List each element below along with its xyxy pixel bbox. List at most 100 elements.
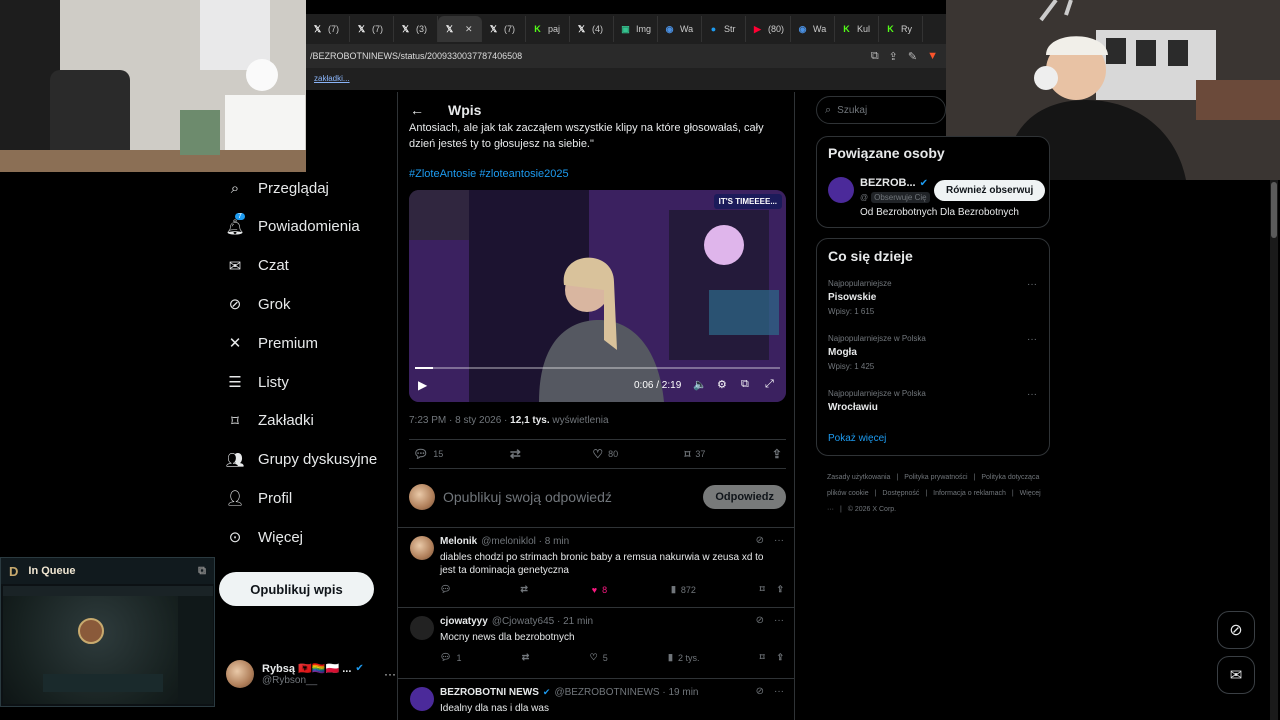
nav-item-powiadomienia[interactable]: 🔔︎ 7 Powiadomienia xyxy=(225,209,396,245)
search-field[interactable]: ⌕ Szukaj xyxy=(816,96,946,124)
reply-author[interactable]: BEZROBOTNI NEWS xyxy=(440,687,539,698)
browser-tab[interactable]: ▶ (80) xyxy=(746,16,792,42)
related-avatar[interactable] xyxy=(828,177,854,203)
browser-tab[interactable]: ◉ Wa xyxy=(658,16,703,42)
reply-action[interactable]: 💬︎ 1 xyxy=(440,652,461,663)
footer-link[interactable]: Informacja o reklamach xyxy=(933,490,1006,497)
url-text[interactable]: /BEZROBOTNINEWS/status/20093300377874065… xyxy=(310,51,522,61)
grok-icon[interactable]: ⊘ xyxy=(756,615,764,626)
nav-item-zakładki[interactable]: ⌑ Zakładki xyxy=(226,403,396,439)
address-bar[interactable]: /BEZROBOTNINEWS/status/20093300377874065… xyxy=(306,44,946,68)
trend-item[interactable]: Najpopularniejsze w Polska Wrocławiu ··· xyxy=(828,389,1041,413)
more-icon[interactable]: ··· xyxy=(774,535,784,546)
scrollbar-thumb[interactable] xyxy=(1271,182,1277,238)
account-switcher[interactable]: Rybsą 🇦🇱🏳️‍🌈🇵🇱 ... ✔ @Rybson__ ··· xyxy=(226,654,396,694)
volume-icon[interactable]: 🔈 xyxy=(693,378,707,391)
like-action[interactable]: ♥ 8 xyxy=(592,585,607,595)
fullscreen-icon[interactable]: ⤢ xyxy=(765,378,774,391)
footer-link[interactable]: © 2026 X Corp. xyxy=(848,506,896,513)
nav-item-przeglądaj[interactable]: ⌕ Przeglądaj xyxy=(226,170,396,206)
more-icon[interactable]: ··· xyxy=(1027,389,1037,400)
messages-fab[interactable]: ✉ xyxy=(1217,656,1255,694)
browser-tab[interactable]: 𝕏 (7) xyxy=(306,16,350,42)
footer-link[interactable]: Polityka prywatności xyxy=(904,474,967,481)
browser-tab[interactable]: 𝕏 (7) xyxy=(482,16,526,42)
repost-action[interactable]: ⇄ xyxy=(510,446,526,462)
repost-action[interactable]: ⇄ xyxy=(520,584,528,595)
repost-action[interactable]: ⇄ xyxy=(522,652,530,663)
nav-item-grupy-dyskusyjne[interactable]: 👥︎ Grupy dyskusyjne xyxy=(225,442,396,478)
post-button[interactable]: Opublikuj wpis xyxy=(219,572,374,606)
reply-author[interactable]: cjowatyyy xyxy=(440,616,488,627)
browser-tab[interactable]: 𝕏 (7) xyxy=(350,16,394,42)
bookmark-action[interactable]: ⌑ ⇪ xyxy=(760,652,784,663)
views-action[interactable]: ▮ 872 xyxy=(671,584,696,595)
browser-tab[interactable]: K Kul xyxy=(835,16,880,42)
more-icon[interactable]: ··· xyxy=(1027,334,1037,345)
nav-item-premium[interactable]: ✕ Premium xyxy=(226,325,396,361)
back-arrow-icon[interactable]: ← xyxy=(410,102,424,118)
share-icon[interactable]: ⇪ xyxy=(889,50,898,63)
follow-back-button[interactable]: Również obserwuj xyxy=(934,180,1046,201)
nav-item-listy[interactable]: ☰ Listy xyxy=(226,364,396,400)
browser-tab[interactable]: K Ry xyxy=(879,16,924,42)
nav-item-profil[interactable]: 👤︎ Profil xyxy=(225,480,396,516)
share-icon[interactable]: ⇪ xyxy=(776,652,784,663)
play-icon[interactable]: ▶ xyxy=(418,378,427,392)
post-hashtags[interactable]: #ZloteAntosie #zloteantosie2025 xyxy=(409,166,789,182)
cast-icon[interactable]: ⧉ xyxy=(871,50,879,63)
reply-input[interactable]: Opublikuj swoją odpowiedź xyxy=(443,489,695,505)
show-more-link[interactable]: Pokaż więcej xyxy=(828,433,886,444)
share-icon[interactable]: ⇪ xyxy=(776,584,784,595)
pen-icon[interactable]: ✎ xyxy=(908,50,917,63)
video-progress-track[interactable] xyxy=(415,367,780,369)
browser-tab[interactable]: ◉ Wa xyxy=(791,16,836,42)
views-action[interactable]: ▮ 2 tys. xyxy=(668,652,699,663)
nav-item-czat[interactable]: ✉ Czat xyxy=(226,248,396,284)
close-tab-icon[interactable]: ✕ xyxy=(465,24,473,35)
nav-item-więcej[interactable]: ⊙ Więcej xyxy=(226,519,396,555)
trend-item[interactable]: Najpopularniejsze Pisowskie Wpisy: 1 615 ··… xyxy=(828,279,1041,316)
post-timestamp[interactable]: 7:23 PM · 8 sty 2026 · xyxy=(409,415,510,426)
reply-action[interactable]: 💬︎ xyxy=(440,584,456,595)
reply-action[interactable]: 💬︎ 15 xyxy=(413,447,443,461)
trend-item[interactable]: Najpopularniejsze w Polska Mogła Wpisy: 1 … xyxy=(828,334,1041,371)
video-player[interactable]: IT'S TIMEEEE... ▶ 0:06 / 2:19 🔈 ⚙ ⧉ ⤢ xyxy=(409,190,786,402)
browser-tab[interactable]: ● Str xyxy=(702,16,747,42)
grok-icon[interactable]: ⊘ xyxy=(756,535,764,546)
related-name[interactable]: BEZROB... xyxy=(860,177,916,189)
bookmark-action[interactable]: ⌑ 37 xyxy=(685,448,706,461)
avatar[interactable] xyxy=(410,616,434,640)
more-icon[interactable]: ··· xyxy=(384,667,396,681)
popout-icon[interactable]: ⧉ xyxy=(198,565,206,578)
footer-link[interactable]: Zasady użytkowania xyxy=(827,474,890,481)
more-icon[interactable]: ··· xyxy=(774,686,784,697)
reply-author[interactable]: Melonik xyxy=(440,536,477,547)
reply-item[interactable]: BEZROBOTNI NEWS ✔ @BEZROBOTNINEWS · 19 min… xyxy=(398,678,794,720)
browser-tab[interactable]: 𝕏 (4) xyxy=(570,16,614,42)
reply-item[interactable]: Melonik @meloniklol · 8 min ⊘ ··· diables ch… xyxy=(398,527,794,607)
grok-icon[interactable]: ⊘ xyxy=(756,686,764,697)
reply-item[interactable]: cjowatyyy @Cjowaty645 · 21 min ⊘ ··· Mocny n… xyxy=(398,607,794,678)
pip-icon[interactable]: ⧉ xyxy=(741,378,749,391)
more-icon[interactable]: ··· xyxy=(774,615,784,626)
brave-icon[interactable]: ▼ xyxy=(927,50,938,63)
like-action[interactable]: ♡ 5 xyxy=(590,652,608,663)
avatar[interactable] xyxy=(410,536,434,560)
grok-fab[interactable]: ⊘ xyxy=(1217,611,1255,649)
page-scrollbar[interactable] xyxy=(1270,180,1278,720)
reply-button[interactable]: Odpowiedz xyxy=(703,485,786,509)
footer-link[interactable]: Dostępność xyxy=(882,490,919,497)
browser-tab[interactable]: Kpaj xyxy=(526,16,570,42)
browser-tab[interactable]: 𝕏 (3) xyxy=(394,16,438,42)
more-icon[interactable]: ··· xyxy=(1027,279,1037,290)
share-action[interactable]: ⇪ xyxy=(772,447,782,461)
bookmark-link[interactable]: zakładki... xyxy=(314,74,350,83)
browser-tab[interactable]: ▣ Img xyxy=(614,16,659,42)
settings-icon[interactable]: ⚙ xyxy=(717,378,727,391)
avatar[interactable] xyxy=(410,687,434,711)
nav-item-grok[interactable]: ⊘ Grok xyxy=(226,286,396,322)
search-input[interactable]: Szukaj xyxy=(837,105,867,116)
bookmark-action[interactable]: ⌑ ⇪ xyxy=(760,584,784,595)
like-action[interactable]: ♡ 80 xyxy=(592,447,618,461)
